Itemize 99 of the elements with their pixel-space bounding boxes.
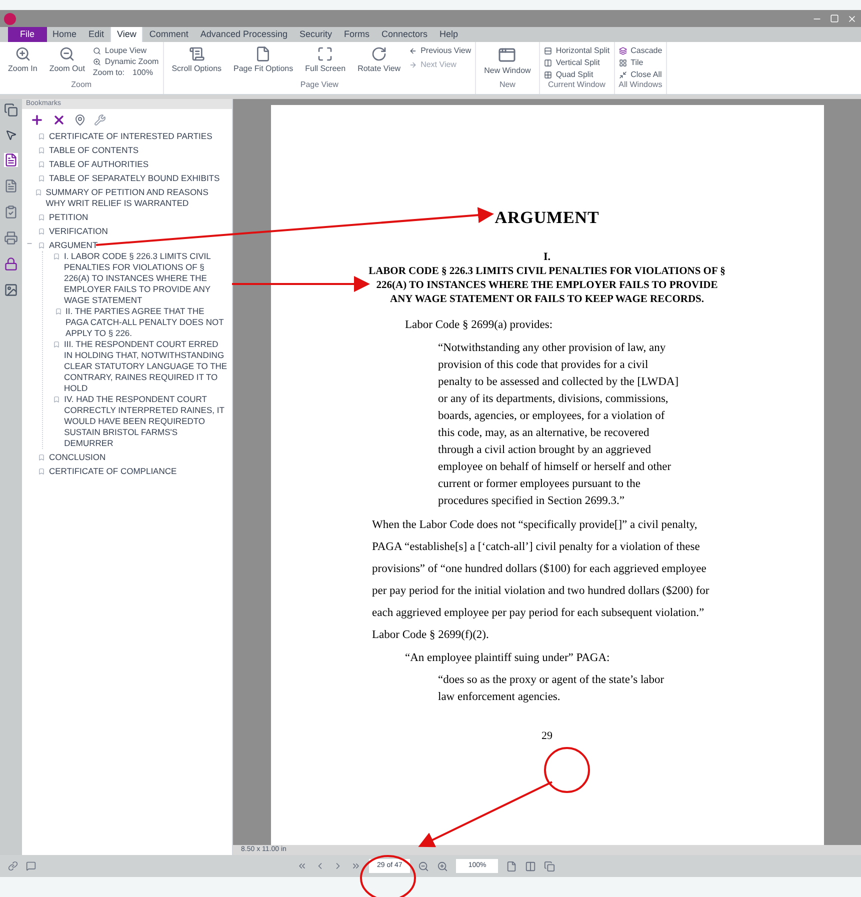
bookmark-item[interactable]: TABLE OF SEPARATELY BOUND EXHIBITS [49, 173, 220, 184]
group-label: All Windows [618, 80, 662, 90]
bookmarks-icon[interactable] [4, 153, 18, 167]
menu-tab[interactable]: File [8, 27, 47, 42]
bookmark-icon [53, 396, 60, 403]
section-title: LABOR CODE § 226.3 LIMITS CIVIL PENALTIES FOR VIOLATIONS OF § 226(A) TO INSTANCES WHERE THE EMPLOYER FAILS TO PROVIDE ANY WAGE STATEMENT OR FAILS TO KEEP WAGE RECORDS. [368, 265, 726, 307]
zoom-to-label: Zoom to: [92, 68, 124, 78]
window-button[interactable]: Close All [618, 70, 662, 80]
tile-icon [618, 59, 627, 67]
close-icon[interactable] [847, 14, 857, 24]
block-quote: “does so as the proxy or agent of the state’s labor law enforcement agencies. [437, 672, 666, 704]
block-quote: “Notwithstanding any other provision of law, any provision of this code that provides for a civil penalty to be assessed and collected by the [LWDA] or any of its departments, divisions, commissions, boards, agencies, or employees, for a violation of this code, may, as an alternative, be recovered through a civil action brought by an aggrieved employee on behalf of himself or herself and other current or former employees pursuant to the procedures specified in Section 2699.3.” [437, 341, 680, 510]
bookmark-icon [52, 341, 60, 348]
page-icon [255, 46, 272, 62]
zoom-out-icon[interactable] [418, 860, 430, 872]
image-icon[interactable] [4, 283, 18, 297]
circle-annotation [360, 855, 416, 897]
menu-tab[interactable]: Connectors [376, 27, 434, 42]
menu-tab[interactable]: Home [46, 27, 83, 42]
window-button[interactable]: Tile [618, 58, 662, 68]
arrow-left-icon [408, 47, 417, 55]
group-label: Zoom [70, 80, 93, 90]
menu-tab[interactable]: View [110, 27, 144, 42]
checklist-icon[interactable] [4, 205, 18, 219]
bookmark-item[interactable]: TABLE OF CONTENTS [49, 145, 139, 156]
bookmark-item[interactable]: ARGUMENT [49, 240, 98, 251]
bookmark-item[interactable]: VERIFICATION [49, 226, 108, 237]
app-logo-icon [4, 12, 16, 24]
document-icon[interactable] [4, 179, 18, 193]
scroll-options-button[interactable]: Scroll Options [168, 46, 226, 74]
paragraph: When the Labor Code does not “specifically provide[]” a civil penalty, PAGA “establishe[s] a [‘catch-all’] civil penalty for a violation of these provisions” of “one hundred dollars ($100) for each aggrieved employee per pay period for the initial violation and two hundred dollars ($200) for each aggrieved employee per pay period for each subsequent violation.” Labor Code § 2699(f)(2). [372, 518, 710, 644]
paragraph: Labor Code § 2699(a) provides: [404, 318, 554, 333]
bookmark-item[interactable]: IV. HAD THE RESPONDENT COURT CORRECTLY INTERPRETED RAINES, IT WOULD HAVE BEEN REQUIREDTO SUSTAIN BRISTOL FARMS'S DEMURRER [64, 394, 228, 449]
split-button[interactable]: Quad Split [544, 70, 610, 80]
bookmark-item[interactable]: III. THE RESPONDENT COURT ERRED IN HOLDING THAT, NOTWITHSTANDING CLEAR STATUTORY LANGUAGE TO THE CONTRARY, RAINES REQUIRED IT TO HOLD [64, 339, 228, 394]
page-number: 29 [542, 728, 552, 744]
menu-tab[interactable]: Comment [143, 27, 194, 42]
bookmark-item[interactable]: I. LABOR CODE § 226.3 LIMITS CIVIL PENALTIES FOR VIOLATIONS OF § 226(A) TO INSTANCES WHERE THE EMPLOYER FAILS TO PROVIDE ANY WAGE STATEMENT [64, 251, 228, 306]
dynamic-zoom-button[interactable]: Dynamic Zoom [92, 57, 159, 67]
link-icon[interactable] [8, 861, 18, 871]
expand-toggle-icon[interactable] [26, 240, 34, 247]
split-button[interactable]: Vertical Split [544, 58, 610, 68]
full-screen-button[interactable]: Full Screen [301, 46, 350, 74]
scroll-icon [188, 46, 205, 62]
menu-tab[interactable]: Advanced Processing [194, 27, 294, 42]
page-fit-options-button[interactable]: Page Fit Options [230, 46, 298, 74]
zoom-out-icon [59, 46, 76, 62]
pointer-icon[interactable] [5, 129, 17, 141]
full-screen-icon [317, 46, 334, 62]
menu-tab[interactable]: Edit [82, 27, 110, 42]
zoom-out-button[interactable]: Zoom Out [45, 46, 89, 74]
bookmark-item[interactable]: SUMMARY OF PETITION AND REASONS WHY WRIT RELIEF IS WARRANTED [46, 187, 228, 209]
pin-icon[interactable] [74, 114, 86, 126]
vertical-split-icon [544, 59, 552, 67]
grid-icon [544, 71, 552, 79]
bookmark-item[interactable]: CERTIFICATE OF INTERESTED PARTIES [49, 131, 212, 142]
group-label: New [498, 80, 516, 90]
window-icon [498, 46, 516, 64]
last-page-icon[interactable] [351, 861, 361, 871]
bookmark-icon [54, 308, 62, 315]
comment-icon[interactable] [26, 861, 36, 871]
new-window-button[interactable]: New Window [480, 46, 535, 76]
previous-view-button[interactable]: Previous View [408, 46, 472, 56]
window-button[interactable]: Cascade [618, 46, 662, 56]
bookmark-item[interactable]: CERTIFICATE OF COMPLIANCE [49, 466, 177, 477]
search-icon [92, 47, 101, 55]
zoom-in-icon [92, 58, 101, 66]
zoom-in-button[interactable]: Zoom In [4, 46, 42, 74]
page-heading: ARGUMENT [494, 207, 600, 229]
zoom-dropdown[interactable]: 100% [128, 68, 157, 78]
wrench-icon[interactable] [94, 114, 106, 126]
menu-tab[interactable]: Forms [338, 27, 376, 42]
bookmark-item[interactable]: TABLE OF AUTHORITIES [49, 159, 148, 170]
first-page-icon[interactable] [297, 861, 307, 871]
rotate-icon [371, 46, 388, 62]
bookmark-item[interactable]: PETITION [49, 212, 88, 223]
rotate-view-button[interactable]: Rotate View [354, 46, 405, 74]
circle-annotation [544, 747, 590, 793]
zoom-in-icon [14, 46, 31, 62]
delete-icon[interactable] [52, 113, 66, 127]
section-number: I. [543, 250, 551, 264]
add-icon[interactable] [30, 113, 44, 127]
menu-tab[interactable]: Security [293, 27, 338, 42]
bookmark-item[interactable]: CONCLUSION [49, 452, 106, 463]
pages-icon[interactable] [4, 103, 18, 117]
single-page-icon[interactable] [506, 860, 518, 872]
group-label: Current Window [547, 80, 606, 90]
maximize-icon[interactable] [830, 14, 839, 23]
group-label: Page View [299, 80, 340, 90]
loupe-view-button[interactable]: Loupe View [92, 46, 159, 56]
split-button[interactable]: Horizontal Split [544, 46, 610, 56]
paragraph: “An employee plaintiff suing under” PAGA: [404, 651, 611, 666]
menu-tab[interactable]: Help [434, 27, 464, 42]
arrow-right-icon [408, 61, 417, 69]
horizontal-split-icon [544, 47, 552, 55]
printer-icon[interactable] [4, 231, 18, 245]
zoom-in-icon[interactable] [437, 860, 448, 872]
lock-icon[interactable] [4, 257, 18, 271]
bookmark-item[interactable]: II. THE PARTIES AGREE THAT THE PAGA CATCH-ALL PENALTY DOES NOT APPLY TO § 226. [66, 306, 228, 339]
